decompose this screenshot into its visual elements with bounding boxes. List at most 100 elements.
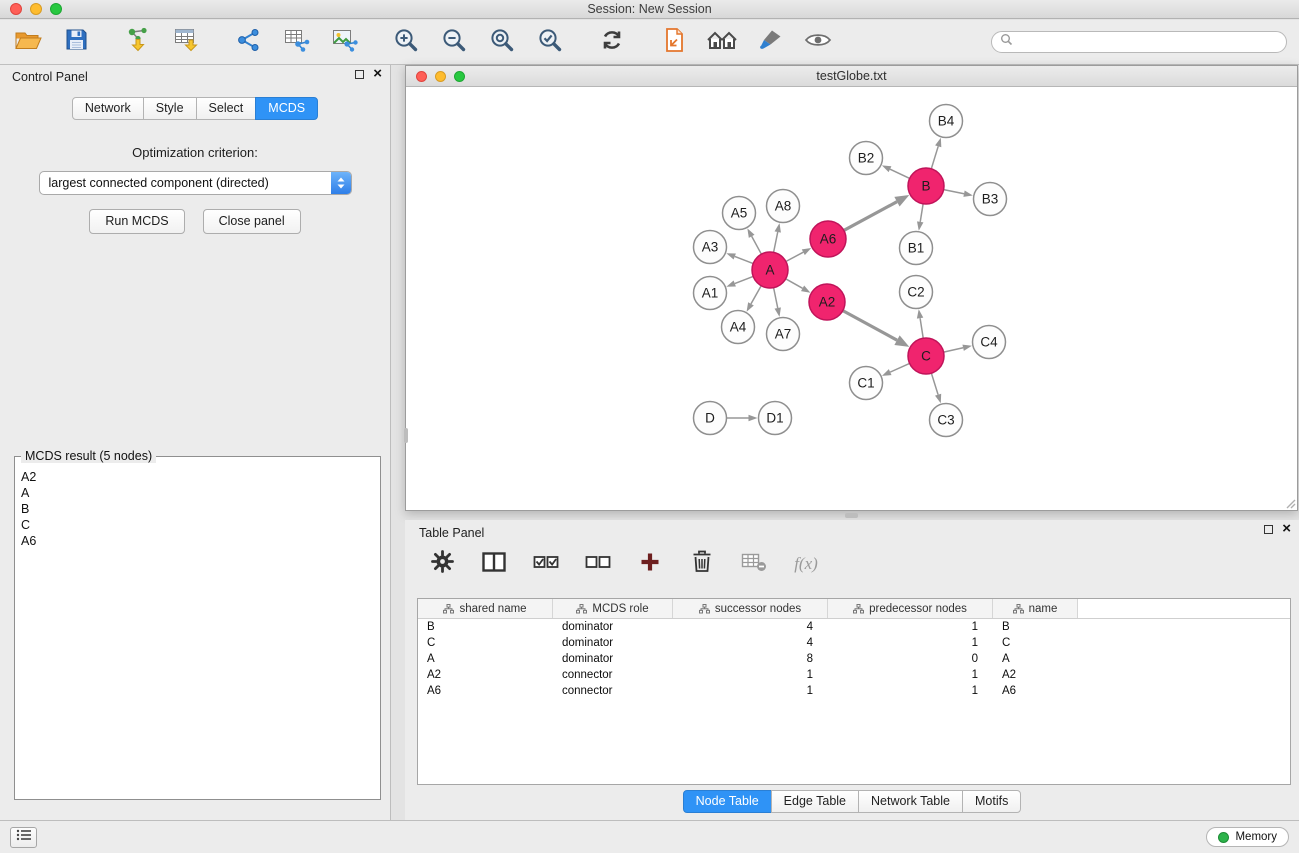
network-node-D[interactable]: D	[694, 402, 727, 435]
mcds-result-item[interactable]: A	[21, 485, 378, 501]
unselect-all-button[interactable]	[585, 551, 611, 577]
table-cell[interactable]: 1	[828, 683, 993, 699]
table-cell[interactable]: connector	[553, 683, 673, 699]
table-cell[interactable]: A	[418, 651, 553, 667]
refresh-button[interactable]	[596, 26, 628, 58]
network-node-A5[interactable]: A5	[723, 197, 756, 230]
network-edge-C-C1[interactable]	[890, 363, 909, 372]
network-edge-B-B1[interactable]	[920, 204, 923, 222]
column-header-predecessor-nodes[interactable]: predecessor nodes	[828, 599, 993, 618]
network-node-C3[interactable]: C3	[930, 404, 963, 437]
tab-mcds[interactable]: MCDS	[255, 97, 318, 120]
close-panel-button[interactable]: Close panel	[203, 209, 301, 234]
network-from-table-button[interactable]	[280, 26, 312, 58]
table-settings-button[interactable]	[429, 551, 455, 577]
network-edge-A2-C[interactable]	[843, 311, 897, 341]
function-builder-button[interactable]: f(x)	[793, 551, 819, 577]
resize-grip-icon[interactable]	[1284, 497, 1296, 509]
new-network-button[interactable]	[232, 26, 264, 58]
table-cell[interactable]: A	[993, 651, 1078, 667]
select-all-button[interactable]	[533, 551, 559, 577]
show-graphics-button[interactable]	[802, 26, 834, 58]
table-cell[interactable]: C	[993, 635, 1078, 651]
table-cell[interactable]: A6	[993, 683, 1078, 699]
network-edge-C-C2[interactable]	[920, 318, 923, 338]
table-row[interactable]: Adominator80A	[418, 651, 1290, 667]
network-vertical-scrollbar[interactable]	[404, 428, 408, 443]
task-history-button[interactable]	[10, 827, 37, 848]
memory-button[interactable]: Memory	[1206, 827, 1289, 847]
network-edge-A-A5[interactable]	[752, 236, 762, 254]
network-window-titlebar[interactable]: testGlobe.txt	[406, 66, 1297, 87]
table-cell[interactable]: 1	[828, 667, 993, 683]
optimization-criterion-select[interactable]: largest connected component (directed)	[39, 171, 352, 195]
table-row[interactable]: A6connector11A6	[418, 683, 1290, 699]
zoom-out-button[interactable]	[438, 26, 470, 58]
network-edge-C-C4[interactable]	[944, 348, 964, 352]
column-header-shared-name[interactable]: shared name	[418, 599, 553, 618]
tab-motifs[interactable]: Motifs	[962, 790, 1021, 813]
network-node-B1[interactable]: B1	[900, 232, 933, 265]
network-node-B4[interactable]: B4	[930, 105, 963, 138]
network-edge-B-B3[interactable]	[944, 190, 964, 194]
network-node-C4[interactable]: C4	[973, 326, 1006, 359]
export-document-button[interactable]	[658, 26, 690, 58]
mcds-result-item[interactable]: A2	[21, 469, 378, 485]
network-node-C[interactable]: C	[908, 338, 944, 374]
float-panel-icon[interactable]	[355, 70, 364, 79]
search-input[interactable]	[1013, 33, 1286, 51]
home-button[interactable]	[706, 26, 738, 58]
network-edge-A-A8[interactable]	[774, 232, 778, 252]
network-node-B3[interactable]: B3	[974, 183, 1007, 216]
network-node-A1[interactable]: A1	[694, 277, 727, 310]
zoom-fit-button[interactable]	[486, 26, 518, 58]
search-box[interactable]	[991, 31, 1287, 53]
table-cell[interactable]: C	[418, 635, 553, 651]
network-node-A6[interactable]: A6	[810, 221, 846, 257]
network-edge-A-A2[interactable]	[786, 279, 803, 288]
network-node-A8[interactable]: A8	[767, 190, 800, 223]
zoom-selected-button[interactable]	[534, 26, 566, 58]
save-session-button[interactable]	[60, 26, 92, 58]
window-titlebar[interactable]: Session: New Session	[0, 0, 1299, 19]
zoom-in-button[interactable]	[390, 26, 422, 58]
network-edge-B-B2[interactable]	[890, 169, 910, 178]
table-cell[interactable]: dominator	[553, 651, 673, 667]
network-node-C2[interactable]: C2	[900, 276, 933, 309]
network-edge-A-A6[interactable]	[786, 252, 803, 261]
export-image-button[interactable]	[328, 26, 360, 58]
close-panel-icon[interactable]: ×	[373, 69, 382, 79]
table-cell[interactable]: A2	[993, 667, 1078, 683]
network-edge-A-A1[interactable]	[735, 276, 753, 283]
network-edge-A-A4[interactable]	[751, 286, 761, 304]
network-node-A2[interactable]: A2	[809, 284, 845, 320]
table-cell[interactable]: 1	[673, 683, 828, 699]
table-cell[interactable]: B	[418, 619, 553, 635]
network-edge-A-A3[interactable]	[735, 256, 753, 263]
column-header-name[interactable]: name	[993, 599, 1078, 618]
import-table-button[interactable]	[170, 26, 202, 58]
table-row[interactable]: Bdominator41B	[418, 619, 1290, 635]
network-edge-C-C3[interactable]	[931, 373, 938, 395]
column-header-mcds-role[interactable]: MCDS role	[553, 599, 673, 618]
table-cell[interactable]: 0	[828, 651, 993, 667]
network-edge-B-B4[interactable]	[931, 146, 938, 168]
delete-column-button[interactable]	[689, 551, 715, 577]
tab-network-table[interactable]: Network Table	[858, 790, 963, 813]
tab-network[interactable]: Network	[72, 97, 144, 120]
table-cell[interactable]: 4	[673, 635, 828, 651]
tab-node-table[interactable]: Node Table	[683, 790, 772, 813]
table-row[interactable]: A2connector11A2	[418, 667, 1290, 683]
table-cell[interactable]: 1	[673, 667, 828, 683]
mcds-result-item[interactable]: A6	[21, 533, 378, 549]
table-cell[interactable]: dominator	[553, 619, 673, 635]
network-node-A3[interactable]: A3	[694, 231, 727, 264]
network-node-A[interactable]: A	[752, 252, 788, 288]
table-row[interactable]: Cdominator41C	[418, 635, 1290, 651]
open-session-button[interactable]	[12, 26, 44, 58]
table-cell[interactable]: 4	[673, 619, 828, 635]
mcds-result-item[interactable]: C	[21, 517, 378, 533]
network-horizontal-scrollbar[interactable]	[845, 513, 858, 518]
table-cell[interactable]: 1	[828, 635, 993, 651]
tab-edge-table[interactable]: Edge Table	[771, 790, 859, 813]
